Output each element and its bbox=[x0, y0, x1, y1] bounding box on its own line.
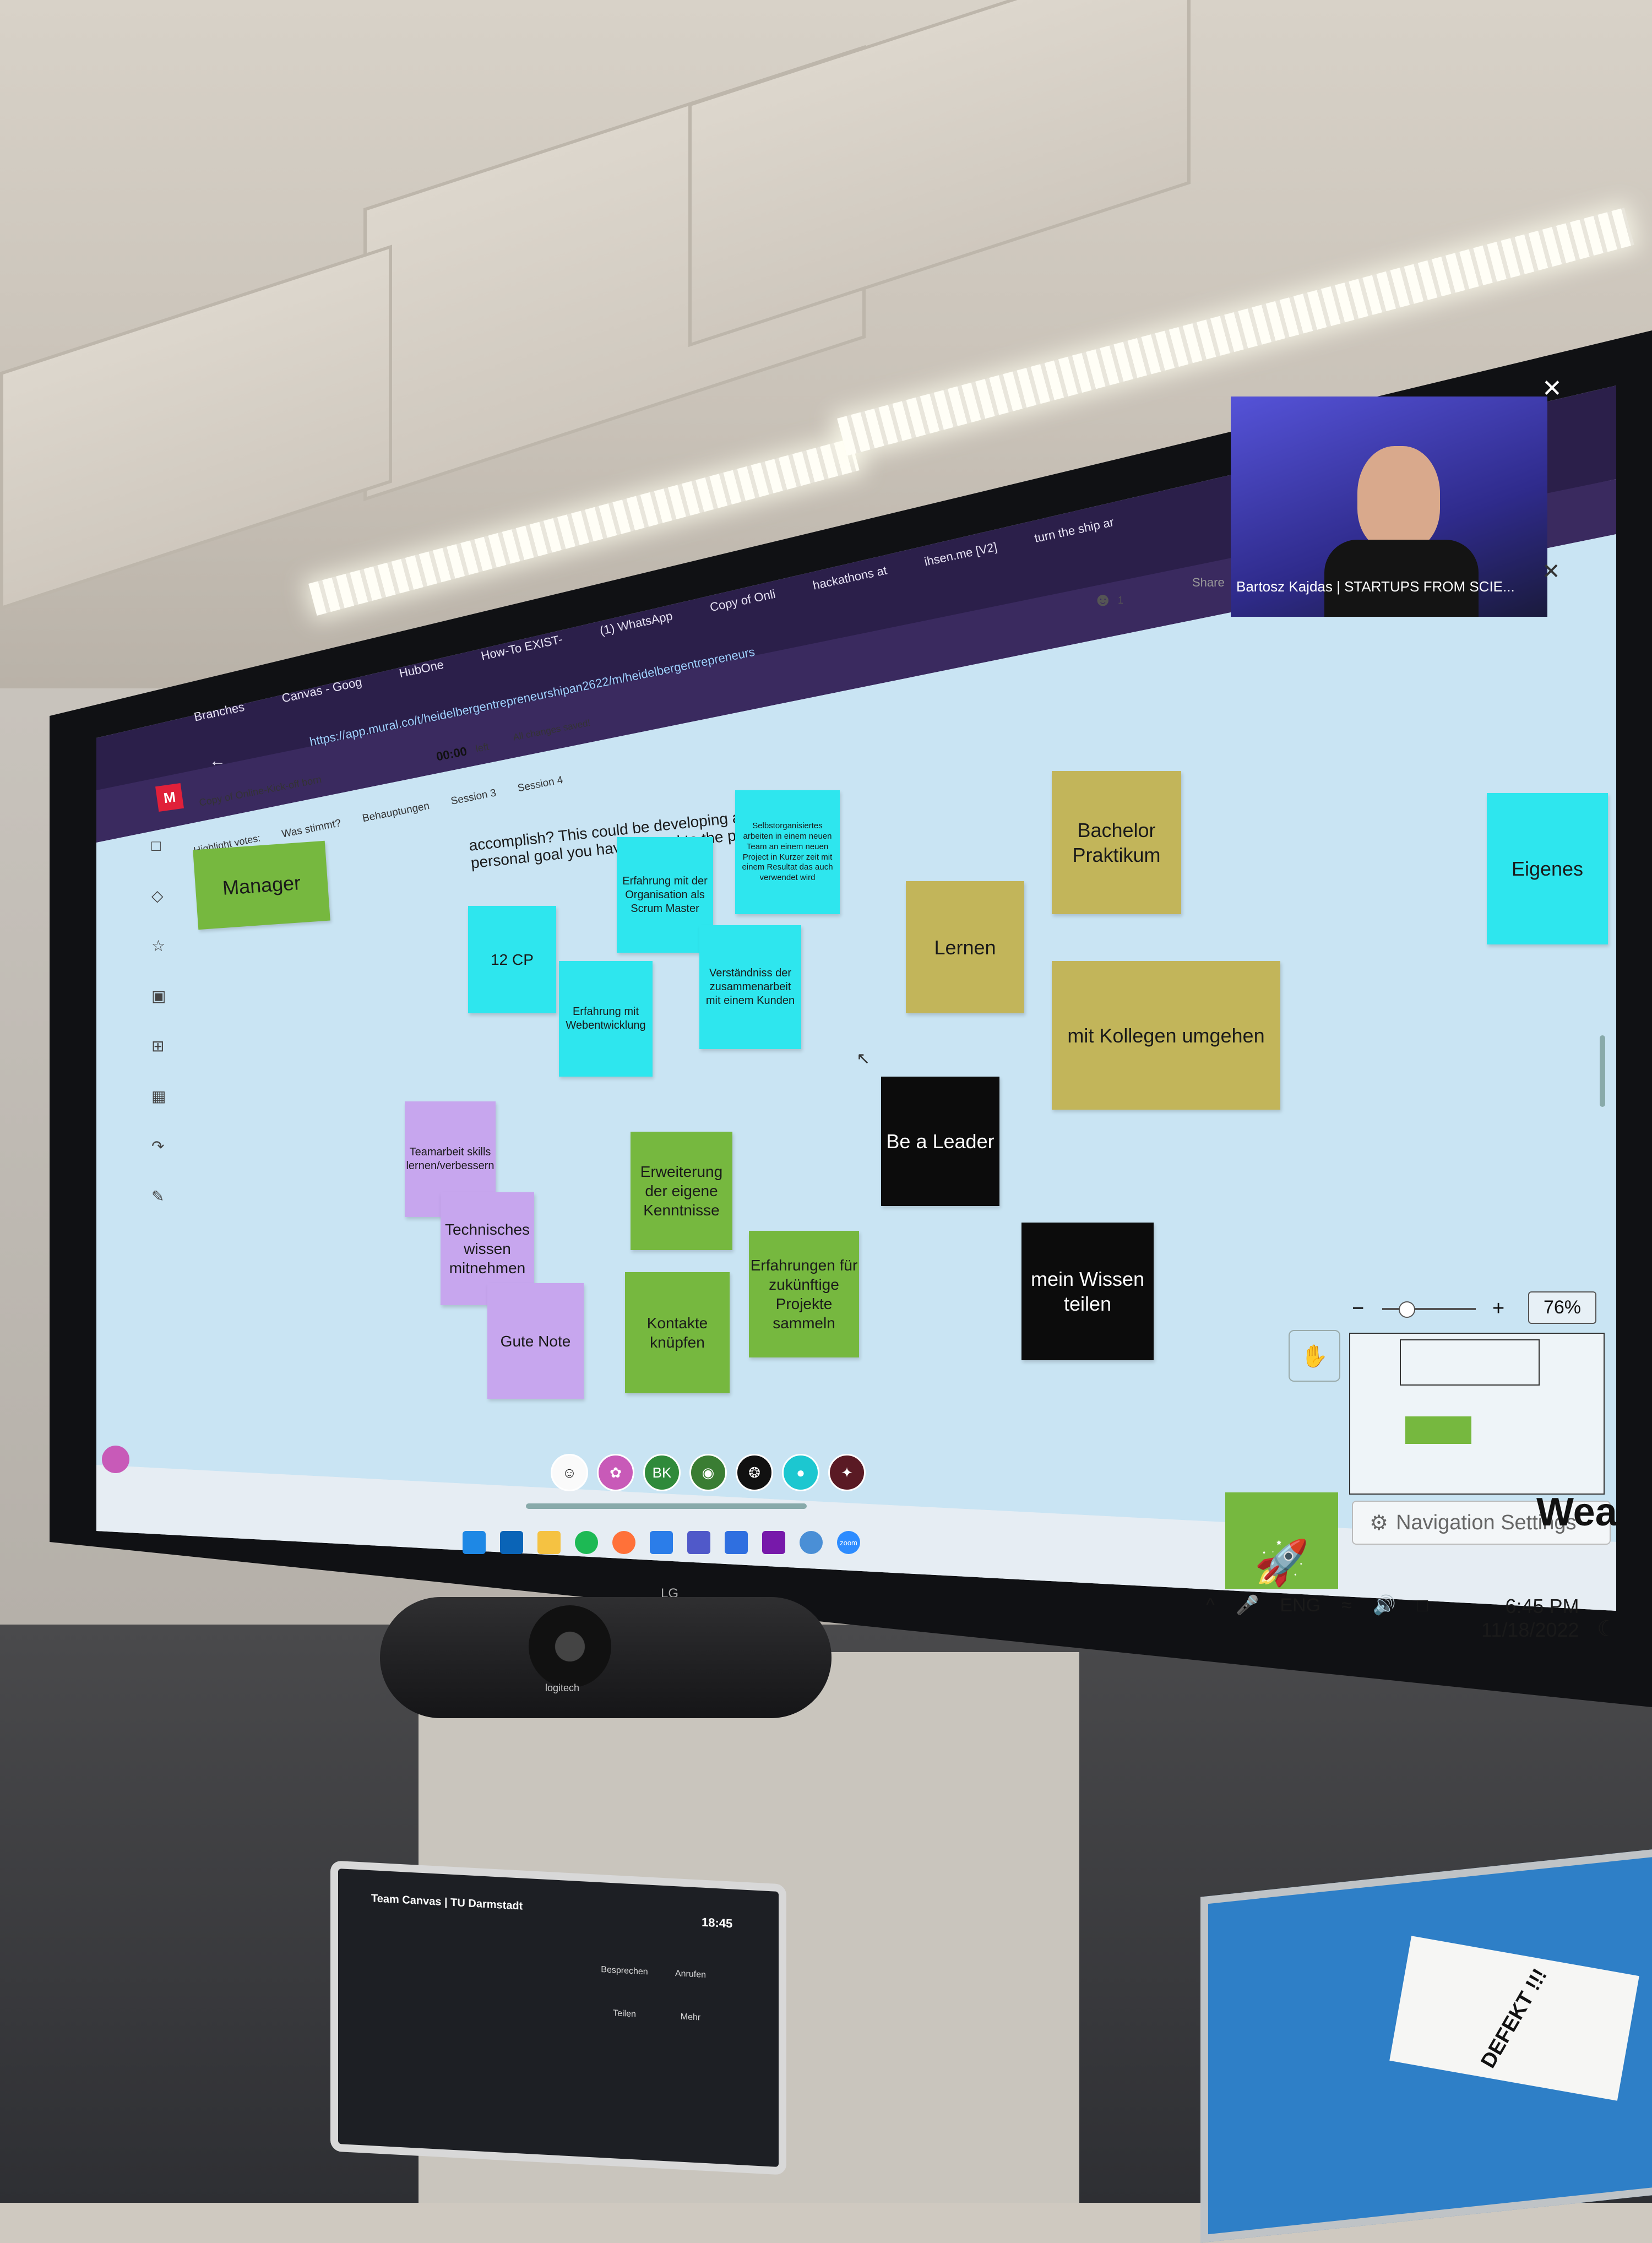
collaborator-avatars: ☺ ✿ BK ◉ ❂ ● ✦ bbox=[551, 1454, 866, 1491]
note-erweiterung[interactable]: Erweiterung der eigene Kenntnisse bbox=[631, 1132, 732, 1250]
back-arrow-icon[interactable]: ← bbox=[209, 752, 226, 770]
note-lernen[interactable]: Lernen bbox=[906, 881, 1024, 1013]
note-kunden[interactable]: Verständniss der zusammenarbeit mit eine… bbox=[699, 925, 801, 1049]
zoom-percentage[interactable]: 76% bbox=[1528, 1291, 1596, 1324]
mural-logo-icon[interactable]: M bbox=[155, 783, 184, 812]
zoom-slider-thumb[interactable] bbox=[1399, 1301, 1415, 1318]
partial-heading: Wea bbox=[1536, 1490, 1617, 1534]
note-erfahrungen[interactable]: Erfahrungen für zukünftige Projekte samm… bbox=[749, 1231, 859, 1357]
rocket-icon[interactable]: 🚀 bbox=[1225, 1492, 1338, 1589]
pen-icon[interactable]: ✎ bbox=[151, 1187, 166, 1205]
avatar-smiley-icon[interactable]: ☺ bbox=[551, 1454, 588, 1491]
zoom-in-button[interactable]: + bbox=[1492, 1297, 1504, 1321]
note-be-a-leader[interactable]: Be a Leader bbox=[881, 1077, 999, 1206]
todo-icon[interactable] bbox=[725, 1531, 748, 1554]
webcam-lens bbox=[529, 1605, 611, 1688]
volume-icon[interactable]: 🔊 bbox=[1373, 1594, 1396, 1616]
horizontal-scrollbar[interactable] bbox=[526, 1503, 807, 1509]
taskbar-clock[interactable]: 6:45 PM 11/18/2022 bbox=[1481, 1594, 1579, 1642]
speaker-face bbox=[1357, 446, 1440, 551]
battery-icon[interactable]: □ bbox=[1417, 1595, 1428, 1616]
outlook-icon[interactable] bbox=[500, 1531, 523, 1554]
note-manager[interactable]: Manager bbox=[193, 840, 330, 930]
room-control-tablet[interactable]: Team Canvas | TU Darmstadt 18:45 Besprec… bbox=[330, 1860, 786, 2175]
tablet-teilen-button[interactable]: Teilen bbox=[591, 2007, 657, 2021]
language-indicator[interactable]: ENG bbox=[1280, 1595, 1320, 1616]
tablet-time: 18:45 bbox=[702, 1915, 733, 1931]
spotify-icon[interactable] bbox=[575, 1531, 598, 1554]
sticky-note-icon[interactable]: □ bbox=[151, 837, 166, 855]
note-eigenes[interactable]: Eigenes bbox=[1487, 793, 1608, 944]
tablet-buttons: Besprechen Anrufen Teilen Mehr bbox=[591, 1964, 724, 2024]
video-call-pip[interactable]: Bartosz Kajdas | STARTUPS FROM SCIE... bbox=[1231, 397, 1547, 617]
zoom-slider-track[interactable] bbox=[1382, 1308, 1476, 1310]
avatar-penguin-icon[interactable]: ● bbox=[782, 1454, 819, 1491]
import-icon[interactable]: ↷ bbox=[151, 1137, 166, 1155]
system-tray: ^ 🎤 ENG ≈ 🔊 □ bbox=[1206, 1594, 1428, 1616]
windows-start-icon[interactable] bbox=[463, 1531, 486, 1554]
clock-date: 11/18/2022 bbox=[1481, 1619, 1579, 1642]
tablet-mehr-button[interactable]: Mehr bbox=[657, 2011, 724, 2024]
user-avatar-icon[interactable] bbox=[102, 1446, 129, 1473]
note-selbstorganisiert[interactable]: Selbstorganisiertes arbeiten in einem ne… bbox=[735, 790, 840, 914]
note-webentwicklung[interactable]: Erfahrung mit Webentwicklung bbox=[559, 961, 653, 1077]
zoom-app-icon[interactable]: zoom bbox=[837, 1531, 860, 1554]
timer-suffix: left bbox=[475, 741, 490, 754]
minimap-region bbox=[1400, 1339, 1540, 1386]
star-icon[interactable]: ☆ bbox=[151, 937, 166, 955]
note-scrum-master[interactable]: Erfahrung mit der Organisation als Scrum… bbox=[617, 837, 713, 953]
onenote-icon[interactable] bbox=[762, 1531, 785, 1554]
note-mit-kollegen[interactable]: mit Kollegen umgehen bbox=[1052, 961, 1280, 1110]
zoom-out-button[interactable]: − bbox=[1352, 1297, 1364, 1321]
video-caption: Bartosz Kajdas | STARTUPS FROM SCIE... bbox=[1236, 578, 1515, 595]
member-count: 1 bbox=[1118, 595, 1124, 606]
table-icon[interactable]: ▦ bbox=[151, 1087, 166, 1105]
hand-tool-icon[interactable]: ✋ bbox=[1289, 1330, 1340, 1382]
member-icon[interactable]: ☻ bbox=[1093, 589, 1113, 611]
clock-time: 6:45 PM bbox=[1505, 1595, 1579, 1617]
tablet-title: Team Canvas | TU Darmstadt bbox=[371, 1892, 523, 1913]
tablet-besprechen-button[interactable]: Besprechen bbox=[591, 1964, 657, 1978]
share-button[interactable]: Share bbox=[1192, 575, 1225, 590]
microphone-icon[interactable]: 🎤 bbox=[1236, 1594, 1259, 1616]
chevron-up-icon[interactable]: ^ bbox=[1206, 1595, 1215, 1616]
note-bachelor-praktikum[interactable]: Bachelor Praktikum bbox=[1052, 771, 1181, 914]
teams-icon[interactable] bbox=[687, 1531, 710, 1554]
note-12-cp[interactable]: 12 CP bbox=[468, 906, 556, 1013]
gear-icon: ⚙ bbox=[1370, 1511, 1389, 1535]
vertical-scrollbar[interactable] bbox=[1600, 1035, 1605, 1107]
moon-icon[interactable]: ☾ bbox=[1597, 1616, 1617, 1642]
image-icon[interactable]: ▣ bbox=[151, 987, 166, 1005]
settings-icon[interactable] bbox=[800, 1531, 823, 1554]
avatar-shrimp-icon[interactable]: ✦ bbox=[828, 1454, 866, 1491]
vscode-icon[interactable] bbox=[650, 1531, 673, 1554]
minimap-viewport bbox=[1405, 1416, 1471, 1444]
avatar-owl-icon[interactable]: ◉ bbox=[689, 1454, 727, 1491]
defekt-label: DEFEKT !!! bbox=[1476, 1964, 1552, 2072]
pip-close-icon[interactable]: ✕ bbox=[1542, 559, 1561, 584]
tablet-anrufen-button[interactable]: Anrufen bbox=[657, 1968, 724, 1981]
shapes-icon[interactable]: ◇ bbox=[151, 887, 166, 905]
avatar-bk[interactable]: BK bbox=[643, 1454, 681, 1491]
avatar-turtle-icon[interactable]: ❂ bbox=[736, 1454, 773, 1491]
left-toolbar: □ ◇ ☆ ▣ ⊞ ▦ ↷ ✎ bbox=[151, 837, 166, 1205]
window-close-icon[interactable]: ✕ bbox=[1542, 374, 1562, 403]
grid-icon[interactable]: ⊞ bbox=[151, 1037, 166, 1055]
cam-brand: logitech bbox=[545, 1682, 580, 1693]
mouse-cursor-icon: ↖ bbox=[856, 1050, 871, 1068]
note-gute-note[interactable]: Gute Note bbox=[487, 1283, 584, 1399]
avatar-bee-icon[interactable]: ✿ bbox=[597, 1454, 634, 1491]
file-explorer-icon[interactable] bbox=[537, 1531, 561, 1554]
note-mein-wissen[interactable]: mein Wissen teilen bbox=[1021, 1223, 1154, 1360]
note-kontakte[interactable]: Kontakte knüpfen bbox=[625, 1272, 730, 1393]
wifi-icon[interactable]: ≈ bbox=[1341, 1595, 1352, 1616]
minimap[interactable] bbox=[1349, 1333, 1605, 1495]
taskbar-apps: zoom bbox=[463, 1531, 860, 1554]
firefox-icon[interactable] bbox=[612, 1531, 635, 1554]
